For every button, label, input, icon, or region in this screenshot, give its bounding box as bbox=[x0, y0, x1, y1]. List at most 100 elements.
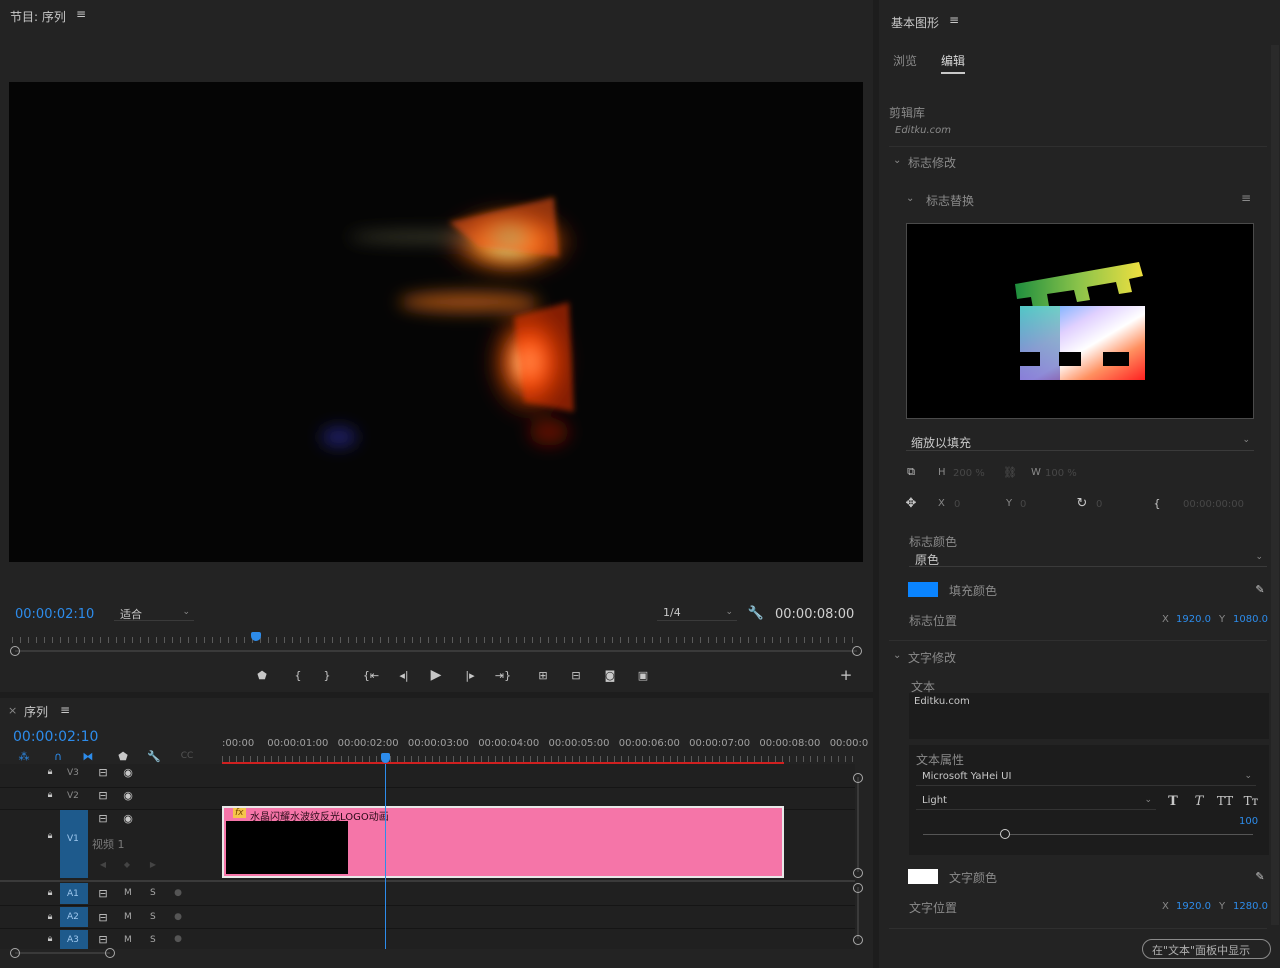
eye-icon[interactable]: ◉ bbox=[121, 812, 135, 825]
step-forward-icon[interactable]: |▸ bbox=[462, 667, 478, 683]
x-value[interactable]: 0 bbox=[954, 499, 960, 510]
font-size-slider-handle[interactable] bbox=[1000, 829, 1010, 839]
logo-pos-y-value[interactable]: 1080.0 bbox=[1233, 614, 1268, 625]
audio-vscroll[interactable] bbox=[857, 887, 859, 939]
timeline-timecode[interactable]: 00:00:02:10 bbox=[13, 729, 98, 745]
lock-icon[interactable]: 🔒︎ bbox=[44, 789, 56, 801]
mute-a1[interactable]: M bbox=[124, 888, 132, 898]
timeline-playhead-line[interactable] bbox=[385, 764, 386, 949]
y-value[interactable]: 0 bbox=[1020, 499, 1026, 510]
timeline-playhead-head[interactable] bbox=[381, 753, 390, 763]
lock-icon[interactable]: 🔒︎ bbox=[44, 887, 56, 899]
add-marker-icon[interactable]: ⬟ bbox=[115, 749, 131, 763]
scroll-handle[interactable] bbox=[853, 883, 863, 893]
play-icon[interactable]: ▶ bbox=[428, 666, 444, 684]
scroll-handle[interactable] bbox=[10, 948, 20, 958]
logo-preview[interactable] bbox=[906, 223, 1254, 419]
sync-lock-icon[interactable]: ⊟ bbox=[96, 887, 110, 900]
sync-lock-icon[interactable]: ⊟ bbox=[96, 789, 110, 802]
eg-title[interactable]: 基本图形 bbox=[891, 14, 939, 31]
program-timecode-current[interactable]: 00:00:02:10 bbox=[15, 607, 94, 622]
magnet-icon[interactable]: ∩ bbox=[50, 749, 66, 763]
lock-icon[interactable]: 🔒︎ bbox=[44, 933, 56, 945]
font-size-value[interactable]: 100 bbox=[1239, 816, 1258, 827]
time-bracket-icon[interactable]: { bbox=[1151, 495, 1163, 511]
insert-icon[interactable]: ⊞ bbox=[533, 667, 553, 683]
move-icon[interactable]: ✥ bbox=[903, 495, 919, 511]
go-to-out-icon[interactable]: ⇥} bbox=[494, 667, 512, 683]
marker-icon[interactable]: ⬟ bbox=[255, 667, 269, 683]
timeline-close-icon[interactable]: × bbox=[8, 704, 17, 717]
go-to-in-icon[interactable]: {⇤ bbox=[362, 667, 380, 683]
right-scrollbar[interactable] bbox=[1271, 45, 1279, 925]
solo-a3[interactable]: S bbox=[150, 935, 156, 945]
hamburger-icon[interactable]: ≡ bbox=[1241, 191, 1251, 205]
font-size-slider-track[interactable] bbox=[923, 834, 1253, 835]
w-value[interactable]: 100 % bbox=[1045, 468, 1077, 479]
zoom-select[interactable]: 适合 ⌄ bbox=[114, 605, 194, 621]
eye-icon[interactable]: ◉ bbox=[121, 766, 135, 779]
scroll-handle[interactable] bbox=[105, 948, 115, 958]
snap-icon[interactable]: ⁂ bbox=[16, 749, 32, 763]
subsection-logo-replace[interactable]: 标志替换 bbox=[926, 192, 974, 209]
eye-icon[interactable]: ◉ bbox=[121, 789, 135, 802]
clip-fx-badge[interactable]: fx bbox=[233, 808, 246, 818]
eyedropper-icon[interactable]: ✎ bbox=[1253, 868, 1267, 884]
rotate-icon[interactable]: ↻ bbox=[1074, 495, 1090, 511]
scroll-handle[interactable] bbox=[853, 868, 863, 878]
track-v2-label[interactable]: V2 bbox=[67, 791, 79, 801]
lock-icon[interactable]: 🔒︎ bbox=[44, 830, 56, 842]
lock-icon[interactable]: 🔒︎ bbox=[44, 911, 56, 923]
text-pos-y-value[interactable]: 1280.0 bbox=[1233, 901, 1268, 912]
overwrite-icon[interactable]: ⊟ bbox=[566, 667, 586, 683]
program-monitor-title[interactable]: 节目: 序列 bbox=[10, 8, 66, 25]
font-style-select[interactable]: Light ⌄ bbox=[916, 793, 1156, 810]
chevron-down-icon[interactable]: ⌄ bbox=[906, 193, 914, 204]
lock-icon[interactable]: 🔒︎ bbox=[44, 766, 56, 778]
time-value[interactable]: 00:00:00:00 bbox=[1183, 499, 1244, 510]
bold-icon[interactable]: T bbox=[1165, 793, 1181, 809]
timeline-clip[interactable]: fx 水晶闪耀水波纹反光LOGO动画 bbox=[222, 806, 784, 878]
link-off-icon[interactable]: ⛓ bbox=[1003, 465, 1017, 479]
mic-icon[interactable]: ● bbox=[172, 911, 184, 923]
scroll-handle[interactable] bbox=[853, 773, 863, 783]
video-vscroll[interactable] bbox=[857, 777, 859, 872]
sync-lock-icon[interactable]: ⊟ bbox=[96, 933, 110, 946]
monitor-scroll-handle-right[interactable] bbox=[852, 646, 862, 656]
timeline-wrench-icon[interactable]: 🔧 bbox=[146, 749, 162, 763]
hamburger-icon[interactable]: ≡ bbox=[60, 703, 70, 717]
section-logo[interactable]: 标志修改 bbox=[908, 154, 956, 171]
all-caps-icon[interactable]: TT bbox=[1214, 793, 1236, 809]
mute-a2[interactable]: M bbox=[124, 912, 132, 922]
mark-out-icon[interactable]: } bbox=[320, 667, 334, 683]
solo-a1[interactable]: S bbox=[150, 888, 156, 898]
chevron-down-icon[interactable]: ⌄ bbox=[893, 650, 901, 661]
timeline-title[interactable]: 序列 bbox=[24, 703, 48, 720]
resolution-select[interactable]: 1/4 ⌄ bbox=[657, 605, 737, 621]
text-input[interactable]: Editku.com bbox=[909, 693, 1269, 739]
keyframe-next-icon[interactable]: ▶ bbox=[148, 859, 158, 869]
scroll-handle[interactable] bbox=[853, 935, 863, 945]
linked-selection-icon[interactable]: ⧓ bbox=[80, 749, 96, 763]
step-back-icon[interactable]: ◂| bbox=[396, 667, 412, 683]
mic-icon[interactable]: ● bbox=[172, 887, 184, 899]
italic-icon[interactable]: T bbox=[1191, 793, 1207, 809]
timeline-ruler[interactable]: :00:00 00:00:01:00 00:00:02:00 00:00:03:00 0… bbox=[222, 736, 868, 764]
track-v3-label[interactable]: V3 bbox=[67, 768, 79, 778]
keyframe-add-icon[interactable]: ◆ bbox=[122, 859, 132, 869]
text-color-swatch[interactable] bbox=[908, 869, 938, 884]
hamburger-icon[interactable]: ≡ bbox=[949, 13, 959, 27]
small-caps-icon[interactable]: Tт bbox=[1241, 793, 1261, 809]
monitor-scrollbar[interactable] bbox=[15, 650, 857, 652]
compare-icon[interactable]: ▣ bbox=[634, 667, 652, 683]
section-text[interactable]: 文字修改 bbox=[908, 649, 956, 666]
add-button-icon[interactable]: + bbox=[838, 666, 854, 684]
fill-color-swatch[interactable] bbox=[908, 582, 938, 597]
text-pos-x-value[interactable]: 1920.0 bbox=[1176, 901, 1211, 912]
sync-lock-icon[interactable]: ⊟ bbox=[96, 812, 110, 825]
rotation-value[interactable]: 0 bbox=[1096, 499, 1102, 510]
sync-lock-icon[interactable]: ⊟ bbox=[96, 766, 110, 779]
h-value[interactable]: 200 % bbox=[953, 468, 985, 479]
tab-edit[interactable]: 编辑 bbox=[941, 52, 966, 74]
camera-icon[interactable]: ◙ bbox=[601, 667, 619, 683]
